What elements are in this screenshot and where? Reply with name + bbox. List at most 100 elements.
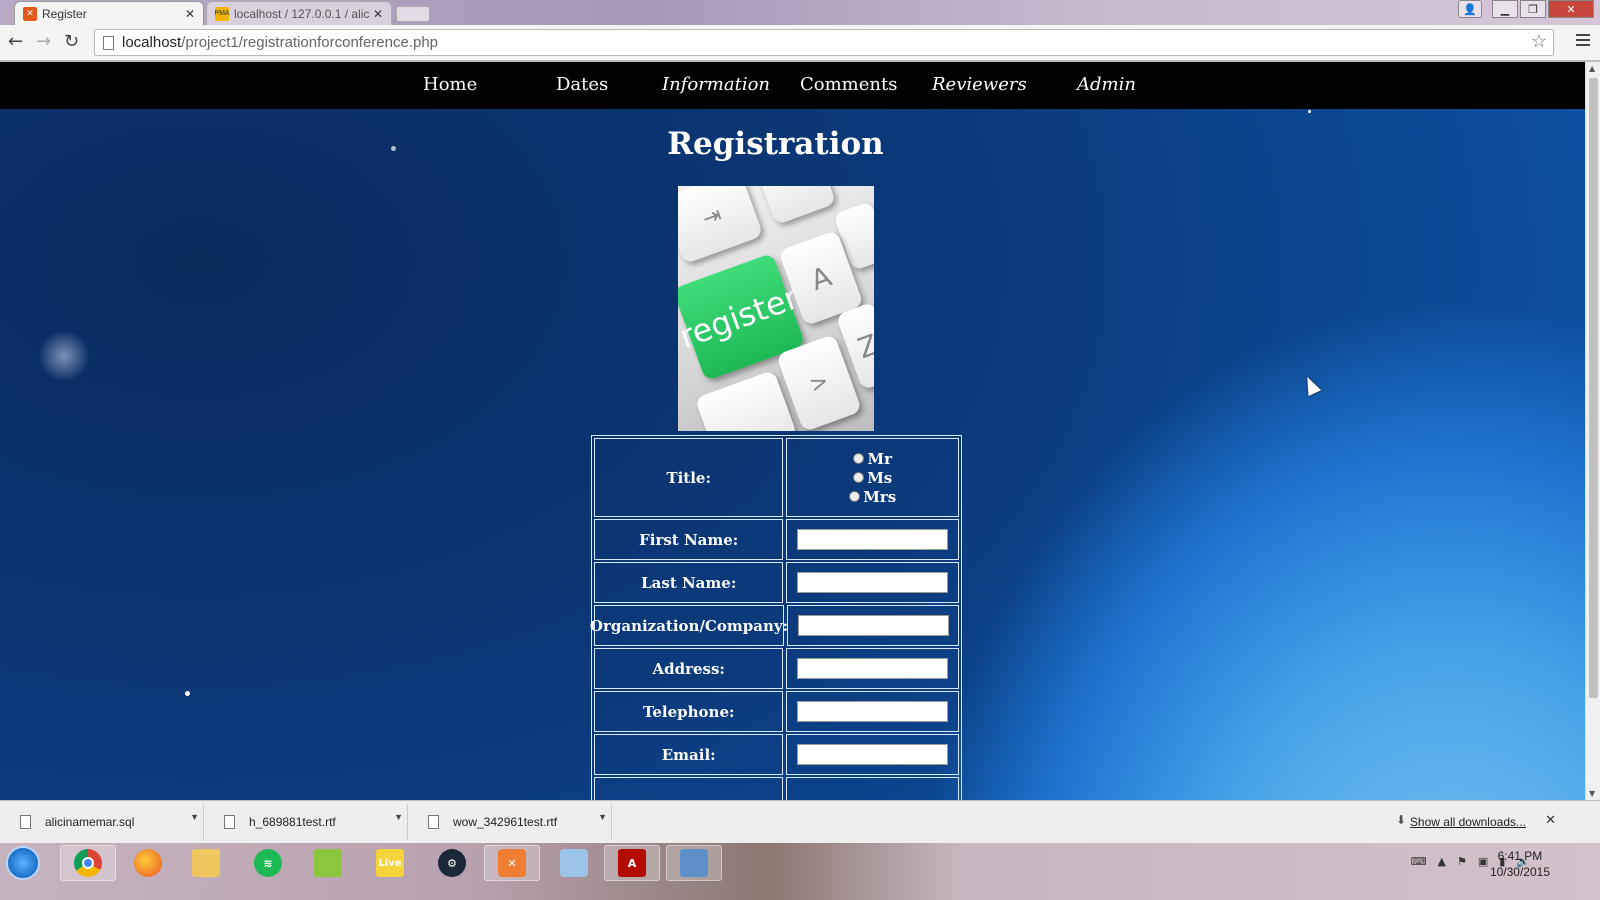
radio-button[interactable] [853,472,865,483]
live-icon: Live [376,849,404,877]
taskbar-control-panel[interactable] [666,845,722,881]
download-item[interactable]: h_689881test.rtf ▼ [208,804,408,840]
reload-icon[interactable]: ↻ [64,31,79,52]
page-title: Registration [667,126,884,162]
restore-button[interactable]: ❐ [1520,0,1546,18]
back-icon[interactable]: ← [8,31,23,52]
email-input[interactable] [797,744,949,765]
taskbar-live[interactable]: Live [362,845,418,881]
virtualbox-icon [560,849,588,877]
telephone-input[interactable] [797,701,949,722]
taskbar-notepad[interactable] [300,845,356,881]
taskbar-steam[interactable]: ⚙ [424,845,480,881]
browser-menu-icon[interactable] [1576,34,1590,49]
form-row: Telephone: [594,691,959,732]
system-clock[interactable]: 6:41 PM 10/30/2015 [1490,848,1550,880]
close-shelf-icon[interactable]: ✕ [1545,813,1556,828]
keyboard-icon[interactable]: ⌨ [1411,855,1427,868]
page-icon [103,35,114,50]
nav-information[interactable]: Information [662,74,770,95]
taskbar-spotify[interactable]: ≋ [240,845,296,881]
scrollbar-thumb[interactable] [1589,78,1598,698]
site-nav: Home Dates Information Comments Reviewer… [0,62,1585,109]
form-row [594,777,959,800]
bookmark-star-icon[interactable]: ☆ [1531,31,1547,52]
last-name-label: Last Name: [594,562,784,603]
radio-mrs[interactable]: Mrs [849,487,896,506]
nav-comments[interactable]: Comments [800,74,897,95]
tab-phpmyadmin[interactable]: PMA localhost / 127.0.0.1 / alic ✕ [206,1,392,25]
last-name-input[interactable] [797,572,949,593]
close-tab-icon[interactable]: ✕ [373,7,383,21]
organization-label: Organization/Company: [590,605,788,646]
first-name-cell [786,519,959,560]
form-row-title: Title: Mr Ms Mrs [594,438,959,517]
user-profile-icon[interactable]: 👤 [1458,0,1482,18]
taskbar-chrome[interactable] [60,845,116,881]
chevron-up-icon[interactable]: ▲ [1437,855,1445,868]
tab-title: localhost / 127.0.0.1 / alic [234,6,369,21]
forward-icon[interactable]: → [36,31,51,52]
download-item[interactable]: wow_342961test.rtf ▼ [412,804,612,840]
registration-form: Title: Mr Ms Mrs First Name: Last Name: … [590,435,962,800]
windows-taskbar: ≋ Live ⚙ ✕ A ⌨ ▲ ⚑ ▣ ▮ 🔊 6:41 PM 10/30/2… [0,843,1600,900]
planet-glow [38,330,90,382]
firefox-icon [134,849,162,877]
phpmyadmin-icon: PMA [214,6,230,21]
chrome-icon [74,849,102,877]
radio-button[interactable] [849,491,861,502]
chevron-down-icon[interactable]: ▼ [190,812,199,822]
tab-key: ⇥ [678,186,764,265]
download-filename: wow_342961test.rtf [453,815,558,829]
radio-button[interactable] [853,453,865,464]
taskbar-firefox[interactable] [120,845,176,881]
control-panel-icon [680,849,708,877]
flag-icon[interactable]: ⚑ [1457,855,1467,868]
close-window-button[interactable]: ✕ [1548,0,1594,18]
xampp-icon: ✕ [498,849,526,877]
browser-tab-strip: ✕ Register ✕ PMA localhost / 127.0.0.1 /… [0,0,1600,25]
url-path: /project1/registrationforconference.php [181,34,439,51]
nav-admin[interactable]: Admin [1077,74,1136,95]
first-name-label: First Name: [594,519,784,560]
chevron-down-icon[interactable]: ▼ [598,812,607,822]
address-bar[interactable]: localhost/project1/registrationforconfer… [94,29,1554,56]
download-item[interactable]: alicinamemar.sql ▼ [4,804,204,840]
taskbar-xampp[interactable]: ✕ [484,845,540,881]
organization-cell [787,605,959,646]
minimize-button[interactable]: ▁ [1492,0,1518,18]
file-icon [224,815,235,829]
scroll-up-icon[interactable]: ▲ [1589,64,1595,73]
chevron-down-icon[interactable]: ▼ [394,812,403,822]
email-cell [786,734,959,775]
telephone-cell [786,691,959,732]
spotify-icon: ≋ [254,849,282,877]
page-scrollbar[interactable]: ▲ ▼ [1585,62,1600,800]
mouse-cursor [1300,373,1322,397]
taskbar-acrobat[interactable]: A [604,845,660,881]
close-tab-icon[interactable]: ✕ [185,7,195,21]
radio-ms[interactable]: Ms [853,468,892,487]
file-icon [20,815,31,829]
organization-input[interactable] [797,615,949,636]
taskbar-virtualbox[interactable] [546,845,602,881]
tab-title: Register [42,6,87,21]
address-label: Address: [594,648,784,689]
power-icon[interactable]: ▣ [1478,855,1488,868]
nav-reviewers[interactable]: Reviewers [932,74,1027,95]
taskbar-explorer[interactable] [178,845,234,881]
show-all-downloads-link[interactable]: Show all downloads... [1410,815,1526,829]
radio-mr[interactable]: Mr [853,449,892,468]
form-row: Address: [594,648,959,689]
acrobat-icon: A [618,849,646,877]
new-tab-button[interactable] [396,6,430,22]
tab-register[interactable]: ✕ Register ✕ [14,1,204,25]
address-input[interactable] [797,658,949,679]
nav-dates[interactable]: Dates [556,74,608,95]
scroll-down-icon[interactable]: ▼ [1589,789,1595,798]
start-button[interactable] [6,846,40,880]
notepad-icon [314,849,342,877]
address-cell [786,648,959,689]
first-name-input[interactable] [797,529,949,550]
nav-home[interactable]: Home [423,74,477,95]
